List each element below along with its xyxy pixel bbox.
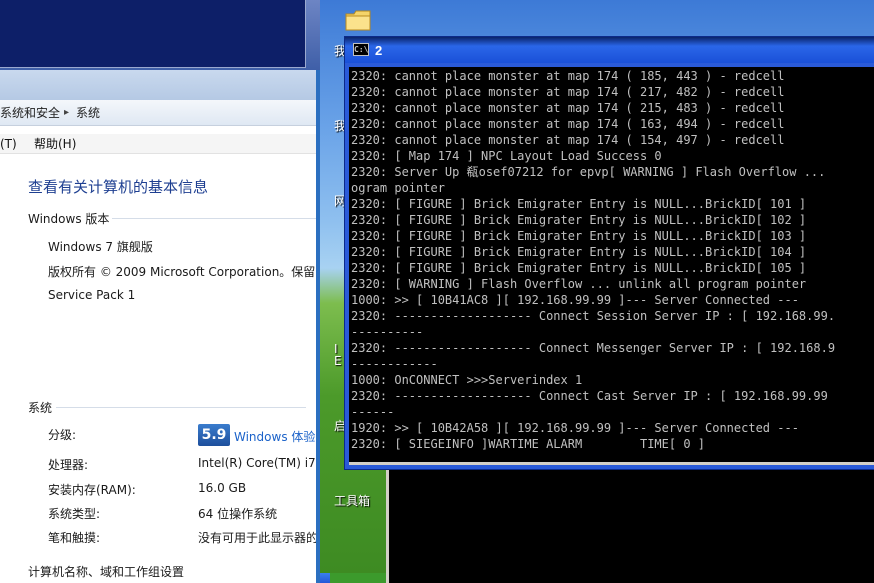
console-titlebar[interactable]: C:\ 2 <box>345 37 874 63</box>
console-line: ---------- <box>351 325 424 339</box>
console-line: 2320: [ Map 174 ] NPC Layout Load Succes… <box>351 149 662 163</box>
processor-value: Intel(R) Core(TM) i7 <box>198 456 316 470</box>
menu-bar: (T) 帮助(H) <box>0 134 316 154</box>
console-line: 2320: [ WARNING ] Flash Overflow ... unl… <box>351 277 807 291</box>
window-frame <box>0 70 316 100</box>
desktop-tools-label[interactable]: 工具箱 <box>334 492 370 509</box>
console-line: 2320: [ FIGURE ] Brick Emigrater Entry i… <box>351 261 807 275</box>
folder-icon[interactable] <box>344 8 372 32</box>
breadcrumb-item[interactable]: 系统 <box>76 101 100 125</box>
console-line: ------ <box>351 405 395 419</box>
console-line: 2320: ------------------- Connect Cast S… <box>351 389 828 403</box>
system-type-value: 64 位操作系统 <box>198 507 278 521</box>
console-line: 2320: cannot place monster at map 174 ( … <box>351 117 785 131</box>
console-line: 2320: [ FIGURE ] Brick Emigrater Entry i… <box>351 229 807 243</box>
rating-label: 分级: <box>48 428 77 442</box>
console-line: 2320: ------------------- Connect Messen… <box>351 341 836 355</box>
console-line: 1920: >> [ 10B42A58 ][ 192.168.99.99 ]--… <box>351 421 799 435</box>
system-content: 查看有关计算机的基本信息 Windows 版本 Windows 7 旗舰版 版权… <box>0 156 316 583</box>
console-line: 2320: cannot place monster at map 174 ( … <box>351 69 785 83</box>
pen-touch-value: 没有可用于此显示器的 <box>198 531 316 545</box>
section-heading-edition: Windows 版本 <box>28 212 110 226</box>
service-pack: Service Pack 1 <box>48 288 136 302</box>
breadcrumb-item[interactable]: 系统和安全 <box>0 101 60 125</box>
screen: 我 我 网 I E 启 工具箱 C:\ 2 2320: cannot place… <box>0 0 874 583</box>
menu-item-tools[interactable]: (T) <box>0 134 17 154</box>
console-window[interactable]: C:\ 2 2320: cannot place monster at map … <box>344 36 874 470</box>
background-window-strip <box>0 0 320 70</box>
console-output[interactable]: 2320: cannot place monster at map 174 ( … <box>349 67 874 465</box>
system-window[interactable]: 系统和安全 ▸ 系统 (T) 帮助(H) 查看有关计算机的基本信息 Window… <box>0 70 316 583</box>
system-type-label: 系统类型: <box>48 507 101 521</box>
console-title: 2 <box>375 43 383 58</box>
console-line: ------------ <box>351 357 438 371</box>
console-line: 2320: ------------------- Connect Sessio… <box>351 309 836 323</box>
background-window[interactable] <box>0 0 306 68</box>
processor-label: 处理器: <box>48 458 89 472</box>
section-heading-system: 系统 <box>28 401 53 415</box>
breadcrumb-arrow-icon[interactable]: ▸ <box>64 101 69 125</box>
page-title: 查看有关计算机的基本信息 <box>28 178 209 196</box>
menu-item-help[interactable]: 帮助(H) <box>34 134 76 154</box>
divider <box>56 407 306 408</box>
console-line: 2320: [ FIGURE ] Brick Emigrater Entry i… <box>351 245 807 259</box>
console-line: 2320: Server Up 瓻osef07212 for epvp[ WAR… <box>351 165 826 179</box>
console-line: 2320: cannot place monster at map 174 ( … <box>351 85 785 99</box>
ram-value: 16.0 GB <box>198 481 247 495</box>
console-line: ogram pointer <box>351 181 445 195</box>
pen-touch-label: 笔和触摸: <box>48 531 101 545</box>
console-line: 2320: [ SIEGEINFO ]WARTIME ALARM TIME[ 0… <box>351 437 706 451</box>
experience-index-link[interactable]: Windows 体验 <box>234 428 315 445</box>
background-console-window[interactable] <box>386 466 874 583</box>
experience-score-badge[interactable]: 5.9 <box>198 424 230 446</box>
console-line: 2320: cannot place monster at map 174 ( … <box>351 133 785 147</box>
ram-label: 安装内存(RAM): <box>48 483 136 497</box>
console-line: 2320: cannot place monster at map 174 ( … <box>351 101 785 115</box>
divider <box>112 218 316 219</box>
console-icon: C:\ <box>353 43 369 56</box>
console-line: 2320: [ FIGURE ] Brick Emigrater Entry i… <box>351 213 807 227</box>
console-line: 1000: OnCONNECT >>>Serverindex 1 <box>351 373 583 387</box>
breadcrumb[interactable]: 系统和安全 ▸ 系统 <box>0 70 316 126</box>
section-heading-computer-name: 计算机名称、域和工作组设置 <box>28 565 185 579</box>
console-line: 2320: [ FIGURE ] Brick Emigrater Entry i… <box>351 197 807 211</box>
console-lines: 2320: cannot place monster at map 174 ( … <box>351 68 835 452</box>
content-clip: 查看有关计算机的基本信息 Windows 版本 Windows 7 旗舰版 版权… <box>0 156 316 583</box>
copyright-text: 版权所有 © 2009 Microsoft Corporation。保留 <box>48 265 316 279</box>
windows-edition: Windows 7 旗舰版 <box>48 240 153 254</box>
console-line: 1000: >> [ 10B41AC8 ][ 192.168.99.99 ]--… <box>351 293 799 307</box>
